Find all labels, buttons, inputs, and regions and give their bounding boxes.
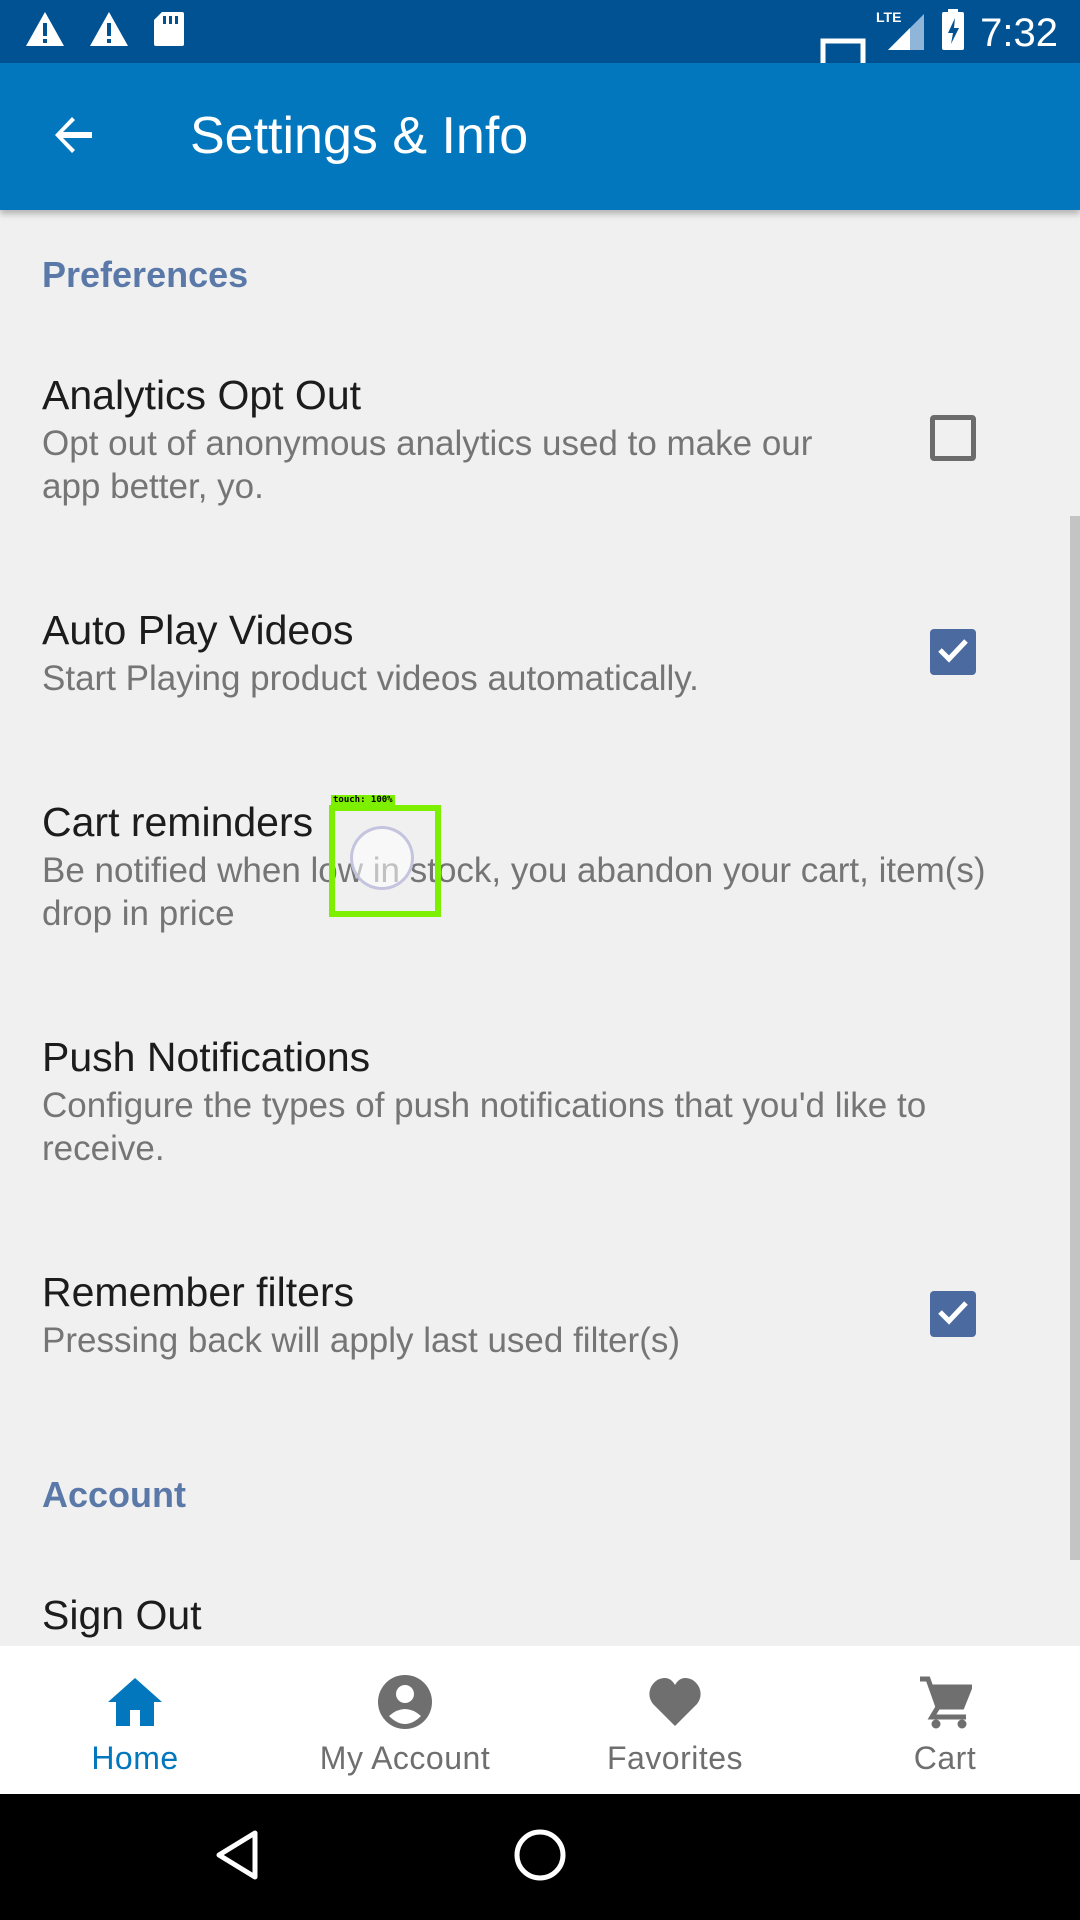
status-notification-icons [24,10,186,53]
pref-title: Sign Out [42,1592,202,1638]
battery-charging-icon [940,8,966,57]
app-bar: Settings & Info [0,63,1080,210]
circle-home-icon [513,1828,567,1887]
status-time: 7:32 [980,10,1058,55]
nav-label: Favorites [606,1740,744,1776]
pref-summary: Opt out of anonymous analytics used to m… [42,424,813,506]
nav-label: Cart [913,1740,977,1776]
page-title: Settings & Info [190,107,529,165]
status-bar: LTE 7:32 [0,0,1080,63]
back-button[interactable] [38,101,110,173]
auto-play-videos-checkbox[interactable] [930,629,976,675]
pref-title: Auto Play Videos [42,607,354,653]
nav-home[interactable]: Home [0,1646,270,1794]
settings-screen: LTE 7:32 Settings & Info Preferences Ana… [0,0,1080,1920]
nav-cart[interactable]: Cart [810,1646,1080,1794]
nav-label: My Account [319,1740,491,1776]
settings-list[interactable]: Preferences Analytics Opt Out Opt out of… [0,210,1080,1646]
check-icon [935,632,971,673]
nav-favorites[interactable]: Favorites [540,1646,810,1794]
pref-analytics-opt-out[interactable]: Analytics Opt Out Opt out of anonymous a… [0,370,1080,530]
nav-my-account[interactable]: My Account [270,1646,540,1794]
pref-title: Push Notifications [42,1034,371,1080]
pref-push-notifications[interactable]: Push Notifications Configure the types o… [0,1032,1080,1172]
pref-summary: Be notified when low in stock, you aband… [42,851,986,933]
section-header-account: Account [42,1474,186,1515]
svg-text:LTE: LTE [876,9,901,25]
lte-signal-icon: LTE [876,8,926,57]
nav-label: Home [91,1740,179,1776]
status-system-icons: LTE 7:32 [876,8,1058,57]
home-icon [105,1672,165,1732]
pref-auto-play-videos[interactable]: Auto Play Videos Start Playing product v… [0,605,1080,715]
system-navigation-bar [0,1794,1080,1920]
pref-title: Remember filters [42,1269,355,1315]
warning-icon [24,10,66,53]
analytics-opt-out-checkbox[interactable] [930,415,976,461]
bottom-navigation: Home My Account Favorites Cart [0,1646,1080,1794]
pref-cart-reminders[interactable]: Cart reminders Be notified when low in s… [0,797,1080,937]
pref-sign-out[interactable]: Sign Out [0,1590,1080,1646]
sd-card-icon [152,10,186,53]
pref-summary: Configure the types of push notification… [42,1086,927,1168]
remember-filters-checkbox[interactable] [930,1291,976,1337]
heart-icon [645,1672,705,1732]
account-circle-icon [375,1672,435,1732]
system-back-button[interactable] [204,1824,270,1890]
triangle-back-icon [213,1829,261,1886]
system-home-button[interactable] [507,1824,573,1890]
warning-icon [88,10,130,53]
pref-summary: Start Playing product videos automatical… [42,659,699,698]
pref-title: Analytics Opt Out [42,372,362,418]
check-icon [935,1294,971,1335]
pref-summary: Pressing back will apply last used filte… [42,1321,681,1360]
touch-indicator-circle [350,826,414,890]
arrow-back-icon [50,111,98,164]
pref-remember-filters[interactable]: Remember filters Pressing back will appl… [0,1267,1080,1377]
cart-icon [915,1672,975,1732]
pref-title: Cart reminders [42,799,314,845]
touch-indicator-label: touch: 100% [331,795,395,806]
section-header-preferences: Preferences [42,254,249,295]
